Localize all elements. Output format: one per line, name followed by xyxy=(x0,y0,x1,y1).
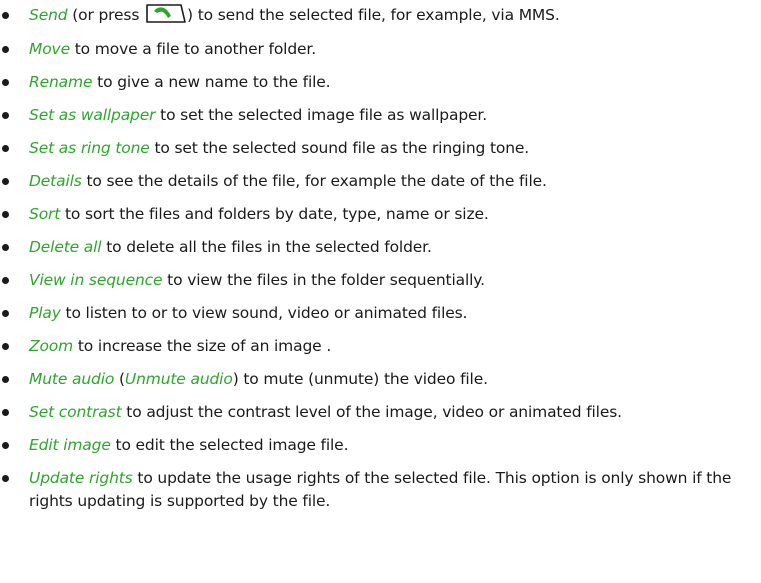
item-description: to see the details of the file, for exam… xyxy=(81,172,547,190)
bullet-icon xyxy=(2,401,12,424)
item-text: Send (or press ) to send the selected fi… xyxy=(29,4,739,27)
option-name: Zoom xyxy=(29,337,74,355)
item-text: Zoom to increase the size of an image . xyxy=(29,335,739,358)
bullet-icon xyxy=(2,302,12,325)
bullet-icon xyxy=(2,368,12,391)
item-text: View in sequence to view the files in th… xyxy=(29,269,739,292)
item-text: Rename to give a new name to the file. xyxy=(29,71,739,94)
option-name: View in sequence xyxy=(29,271,163,289)
item-text: Mute audio (Unmute audio) to mute (unmut… xyxy=(29,368,739,391)
option-name: Play xyxy=(29,304,61,322)
bullet-icon xyxy=(2,236,12,259)
item-text: Delete all to delete all the files in th… xyxy=(29,236,739,259)
bullet-icon xyxy=(2,71,12,94)
item-text: Set contrast to adjust the contrast leve… xyxy=(29,401,739,424)
item-description: to move a file to another folder. xyxy=(69,40,316,58)
bullet-icon xyxy=(2,269,12,292)
item-description: to edit the selected image file. xyxy=(110,436,349,454)
item-description: to give a new name to the file. xyxy=(92,73,331,91)
option-name: Delete all xyxy=(29,238,102,256)
option-name: Set as wallpaper xyxy=(29,106,156,124)
bullet-icon xyxy=(2,104,12,127)
option-name: Details xyxy=(29,172,82,190)
bullet-icon xyxy=(2,467,12,490)
item-description: to increase the size of an image . xyxy=(73,337,332,355)
bullet-icon xyxy=(2,203,12,226)
option-name: Mute audio xyxy=(29,370,115,388)
item-description: to view the files in the folder sequenti… xyxy=(162,271,485,289)
item-text: Update rights to update the usage rights… xyxy=(29,467,739,513)
item-description: to sort the files and folders by date, t… xyxy=(60,205,489,223)
item-description: to set the selected sound file as the ri… xyxy=(149,139,530,157)
item-text: Move to move a file to another folder. xyxy=(29,38,739,61)
option-name: Rename xyxy=(29,73,93,91)
option-name: Move xyxy=(29,40,70,58)
call-key-icon xyxy=(145,3,186,24)
bullet-icon xyxy=(2,434,12,457)
option-name: Set as ring tone xyxy=(29,139,150,157)
item-description: (or press xyxy=(67,6,145,24)
bullet-icon xyxy=(2,335,12,358)
item-description: to update the usage rights of the select… xyxy=(29,469,732,510)
bullet-icon xyxy=(2,38,12,61)
option-name: Edit image xyxy=(29,436,111,454)
item-text: Set as ring tone to set the selected sou… xyxy=(29,137,739,160)
option-name: Sort xyxy=(29,205,61,223)
item-text: Sort to sort the files and folders by da… xyxy=(29,203,739,226)
item-description: ) to mute (unmute) the video file. xyxy=(232,370,488,388)
bullet-icon xyxy=(2,170,12,193)
item-text: Play to listen to or to view sound, vide… xyxy=(29,302,739,325)
item-text: Set as wallpaper to set the selected ima… xyxy=(29,104,739,127)
item-description: to delete all the files in the selected … xyxy=(101,238,432,256)
item-description: to adjust the contrast level of the imag… xyxy=(121,403,622,421)
option-name: Send xyxy=(29,6,68,24)
item-description: ( xyxy=(114,370,125,388)
option-name: Set contrast xyxy=(29,403,122,421)
item-text: Details to see the details of the file, … xyxy=(29,170,739,193)
item-description: to listen to or to view sound, video or … xyxy=(60,304,468,322)
option-name: Update rights xyxy=(29,469,133,487)
bullet-icon xyxy=(2,4,12,27)
option-name-alt: Unmute audio xyxy=(124,370,233,388)
item-text: Edit image to edit the selected image fi… xyxy=(29,434,739,457)
item-description: to set the selected image file as wallpa… xyxy=(155,106,487,124)
bullet-icon xyxy=(2,137,12,160)
item-description: ) to send the selected file, for example… xyxy=(187,6,560,24)
